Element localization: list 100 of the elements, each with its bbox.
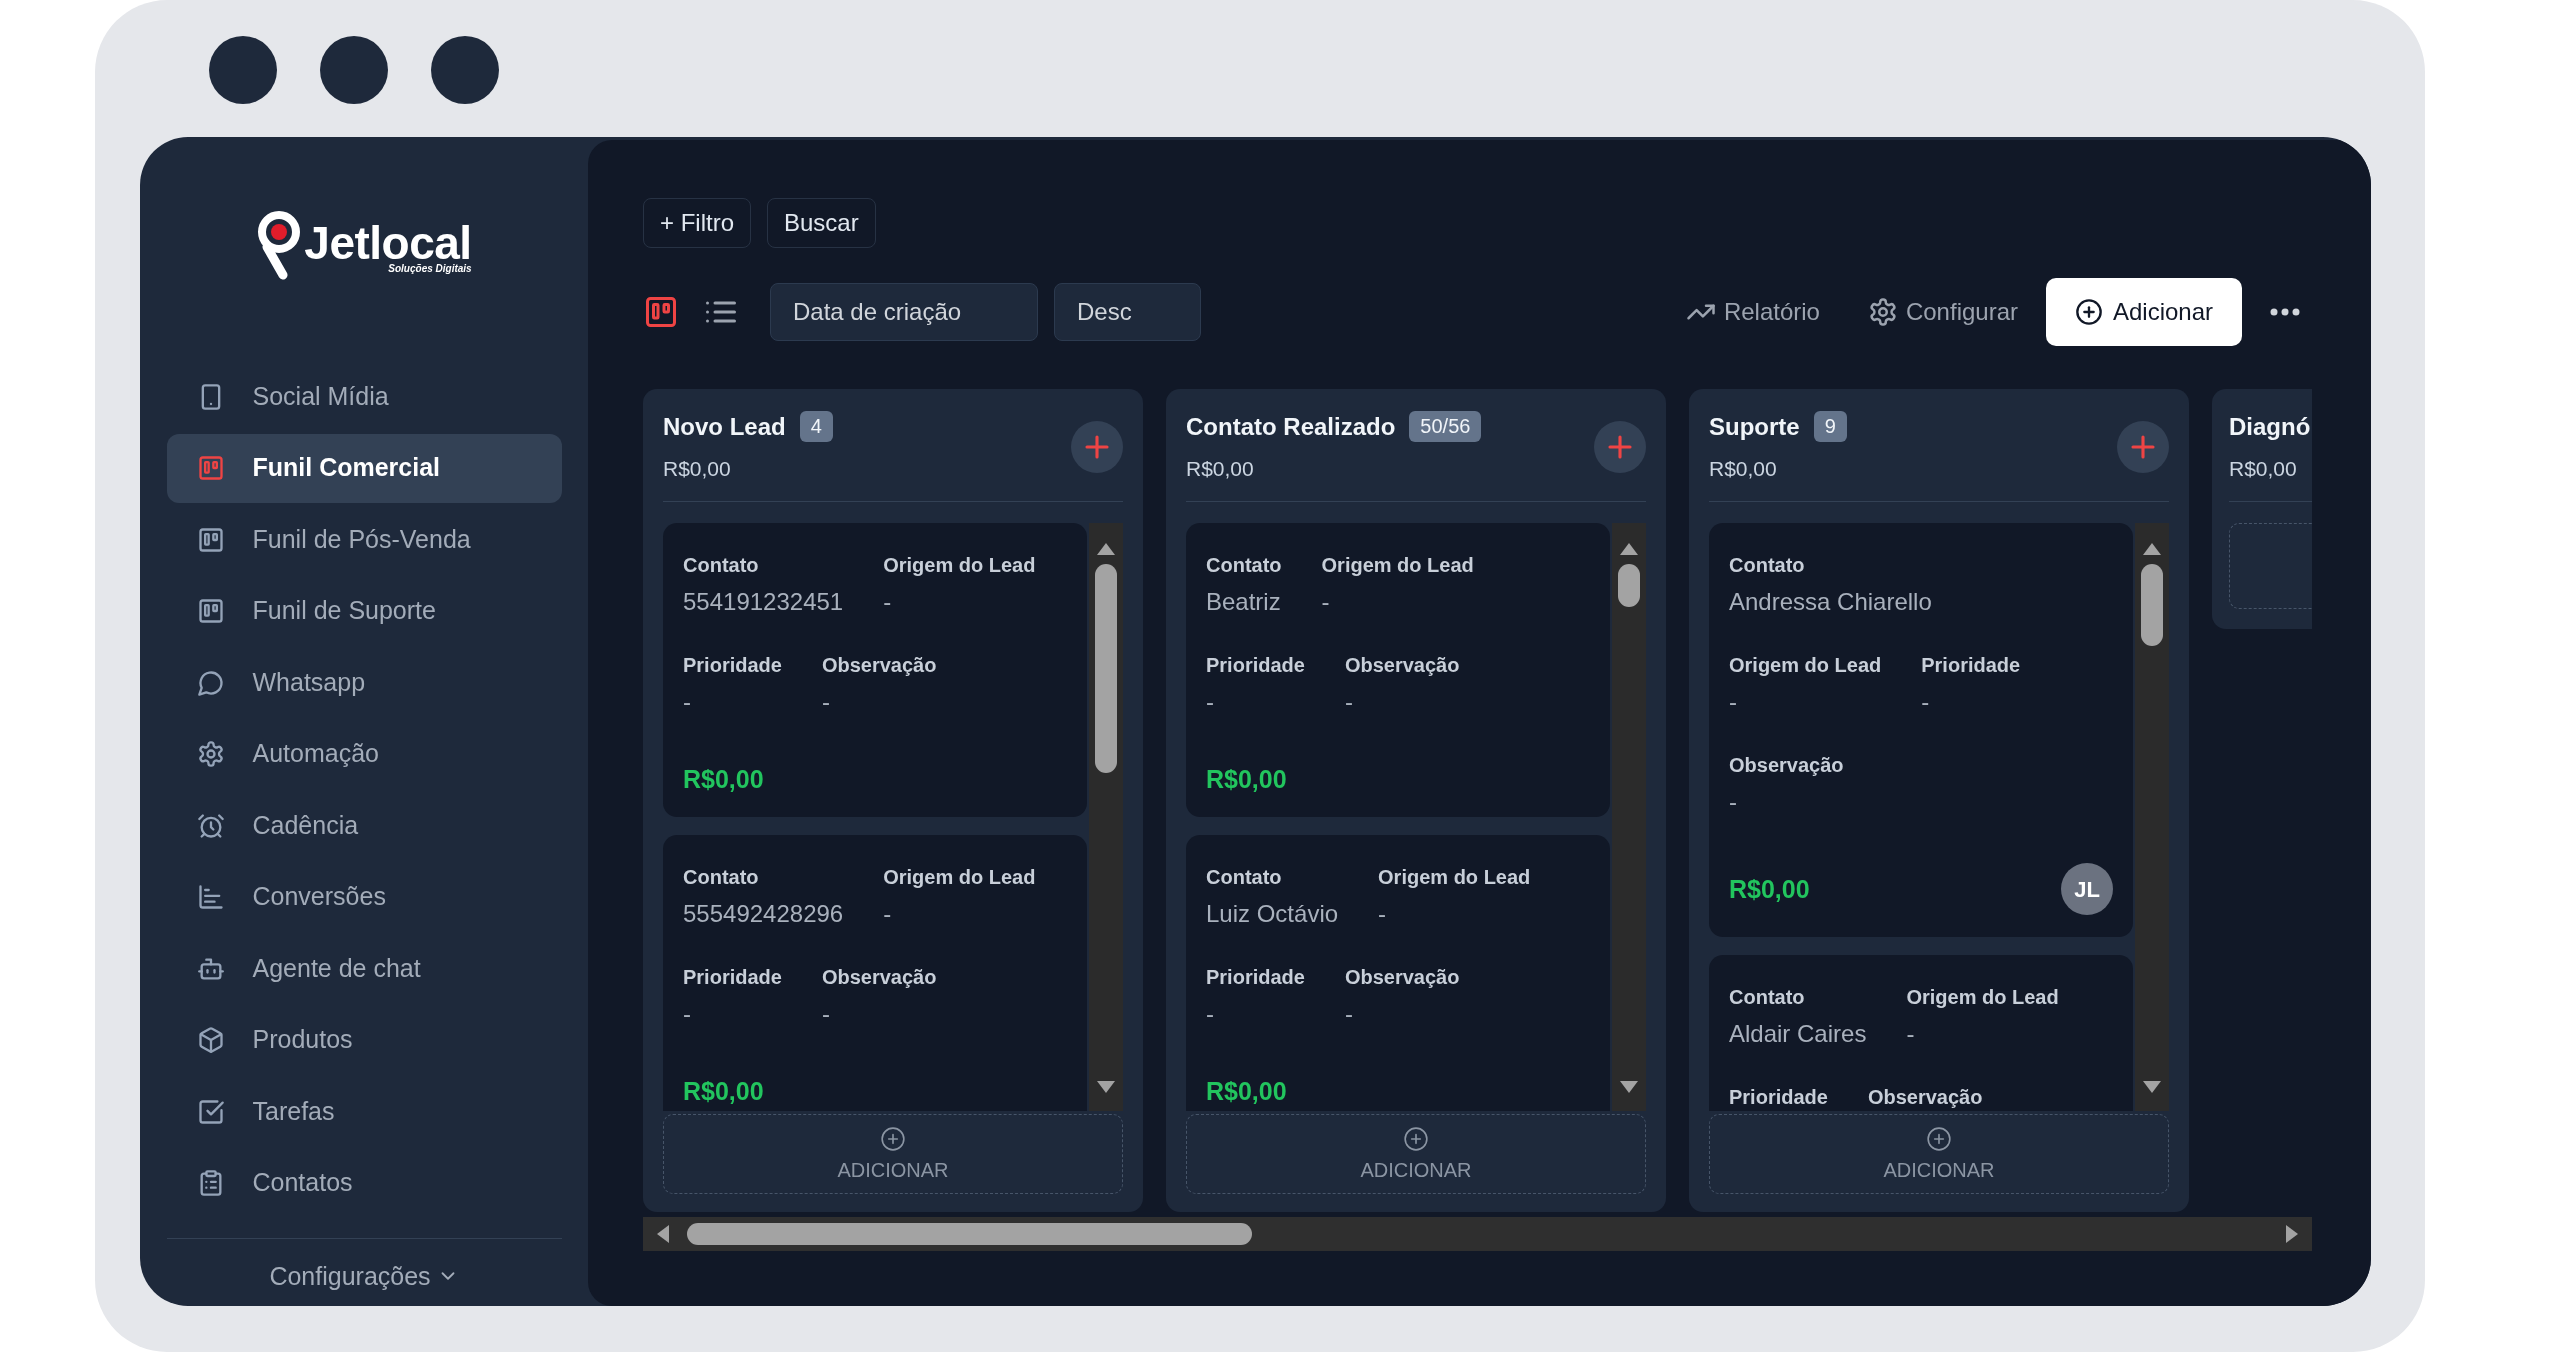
field-label: Observação — [1729, 753, 1844, 777]
sidebar-item[interactable]: Cadência — [166, 791, 562, 860]
lead-value: R$0,00 — [1729, 874, 1810, 905]
sidebar-item[interactable]: Funil de Suporte — [166, 576, 562, 646]
add-lead-button[interactable] — [1071, 421, 1123, 473]
filter-button[interactable]: Buscar — [767, 198, 876, 248]
report-button[interactable]: Relatório — [1685, 294, 1820, 330]
sidebar-item[interactable]: Produtos — [166, 1005, 562, 1075]
field-label: Prioridade — [683, 653, 782, 677]
field-label: Contato — [683, 865, 760, 889]
logo-wordmark: Jetlocal — [304, 223, 472, 263]
gear-icon — [1867, 297, 1898, 327]
chat-bubble-icon — [196, 668, 225, 697]
column-title: Novo Lead — [663, 411, 786, 442]
gear-icon — [196, 740, 225, 768]
scroll-down-arrow-icon[interactable] — [1620, 1081, 1638, 1093]
field-label: Observação — [1344, 965, 1460, 989]
scroll-up-arrow-icon[interactable] — [2143, 543, 2161, 555]
field-label: Origem do Lead — [1321, 553, 1474, 577]
lead-card[interactable]: Contato Andressa Chiarello Origem do Lead - Prioridade - Observação - R$0,00 JL — [1709, 523, 2133, 937]
count-badge: 9 — [1813, 411, 1847, 442]
kanban-icon — [196, 454, 225, 482]
field-value: - — [683, 999, 692, 1029]
sidebar-item[interactable]: Automação — [166, 719, 562, 789]
field-value: - — [883, 899, 893, 929]
scroll-up-arrow-icon[interactable] — [1620, 543, 1638, 555]
add-card-button[interactable]: ADICIONAR — [663, 1114, 1123, 1194]
field-label: Origem do Lead — [883, 865, 1036, 889]
scrollbar-thumb[interactable] — [687, 1223, 1252, 1245]
vertical-scrollbar[interactable] — [2135, 523, 2169, 1111]
sidebar-item[interactable]: Whatsapp — [166, 648, 562, 717]
field-label: Observação — [821, 653, 937, 677]
sidebar-item[interactable]: Contatos — [166, 1148, 562, 1218]
lead-card[interactable]: Contato Aldair Caires Origem do Lead - Prioridade Observação — [1709, 955, 2133, 1111]
sidebar-item[interactable]: Conversões — [166, 862, 562, 932]
field-label: Origem do Lead — [1729, 653, 1882, 677]
lead-card[interactable]: Contato 554191232451 Origem do Lead - Prioridade - Observação - R$0,00 — [663, 523, 1087, 817]
circle-plus-icon — [1926, 1126, 1952, 1152]
field-value: - — [1344, 687, 1354, 717]
column-title: Contato Realizado — [1186, 411, 1396, 442]
field-value: - — [683, 687, 692, 717]
lead-value: R$0,00 — [1206, 1076, 1287, 1107]
scroll-left-arrow-icon[interactable] — [657, 1225, 669, 1243]
field-label: Prioridade — [1206, 653, 1305, 677]
kanban-icon — [196, 597, 225, 625]
scrollbar-thumb[interactable] — [1618, 564, 1640, 607]
scroll-down-arrow-icon[interactable] — [2143, 1081, 2161, 1093]
scrollbar-thumb[interactable] — [2141, 564, 2163, 646]
sort-field-select[interactable]: Data de criação — [770, 283, 1038, 341]
field-label: Contato — [1206, 553, 1282, 577]
sidebar-item[interactable]: Tarefas — [166, 1077, 562, 1146]
scrollbar-thumb[interactable] — [1095, 564, 1117, 773]
kanban-icon[interactable] — [643, 294, 679, 330]
kanban-icon — [196, 525, 225, 554]
sidebar-item[interactable]: Funil Comercial — [166, 433, 562, 503]
scroll-up-arrow-icon[interactable] — [1097, 543, 1115, 555]
field-label: Prioridade — [683, 965, 782, 989]
field-label: Observação — [1867, 1085, 1983, 1109]
lead-card[interactable]: Contato 555492428296 Origem do Lead - Prioridade - Observação - R$0,00 — [663, 835, 1087, 1111]
field-value: - — [821, 687, 831, 717]
vertical-scrollbar[interactable] — [1089, 523, 1123, 1111]
field-value: Beatriz — [1206, 587, 1282, 617]
field-value: - — [1321, 587, 1331, 617]
field-value: - — [1921, 687, 1931, 717]
field-value: Aldair Caires — [1729, 1019, 1867, 1049]
configure-button[interactable]: Configurar — [1867, 294, 2018, 330]
lead-card[interactable]: Contato Luiz Octávio Origem do Lead - Prioridade - Observação - R$0,00 — [1186, 835, 1610, 1111]
vertical-scrollbar[interactable] — [1612, 523, 1646, 1111]
scroll-right-arrow-icon[interactable] — [2286, 1225, 2298, 1243]
more-icon[interactable] — [2270, 308, 2300, 316]
field-value: - — [1206, 687, 1215, 717]
field-label: Observação — [1344, 653, 1460, 677]
lead-card[interactable]: Contato Beatriz Origem do Lead - Prioridade - Observação - R$0,00 — [1186, 523, 1610, 817]
add-lead-button[interactable] — [1594, 421, 1646, 473]
filter-button[interactable]: + Filtro — [643, 198, 751, 248]
alarm-clock-icon — [196, 811, 225, 840]
lead-value: R$0,00 — [683, 1076, 764, 1107]
scroll-down-arrow-icon[interactable] — [1097, 1081, 1115, 1093]
circle-plus-icon — [2074, 298, 2103, 326]
sidebar-item[interactable]: Agente de chat — [166, 934, 562, 1003]
circle-plus-icon — [1403, 1126, 1429, 1152]
add-card-button[interactable]: ADICIONAR — [1186, 1114, 1646, 1194]
sort-order-select[interactable]: Desc — [1054, 283, 1201, 341]
lead-value: R$0,00 — [683, 764, 764, 795]
checked-square-icon — [196, 1097, 225, 1126]
horizontal-scrollbar[interactable] — [643, 1217, 2312, 1251]
field-value: - — [1729, 687, 1738, 717]
add-card-button[interactable]: ADICIONAR — [1709, 1114, 2169, 1194]
sidebar-item[interactable]: Funil de Pós-Venda — [166, 505, 562, 574]
add-lead-button[interactable] — [2117, 421, 2169, 473]
count-badge: 50/56 — [1409, 411, 1482, 442]
count-badge: 4 — [799, 411, 833, 442]
user-avatar[interactable]: JL — [2061, 863, 2113, 915]
field-label: Prioridade — [1206, 965, 1305, 989]
column-total: R$0,00 — [1186, 456, 1255, 482]
settings-dropdown-button[interactable]: Configurações — [269, 1260, 459, 1291]
sidebar-item[interactable]: Social Mídia — [166, 362, 562, 431]
field-label: Prioridade — [1921, 653, 2021, 677]
column-title: Suporte — [1709, 411, 1800, 442]
add-button[interactable]: Adicionar — [2046, 278, 2242, 346]
